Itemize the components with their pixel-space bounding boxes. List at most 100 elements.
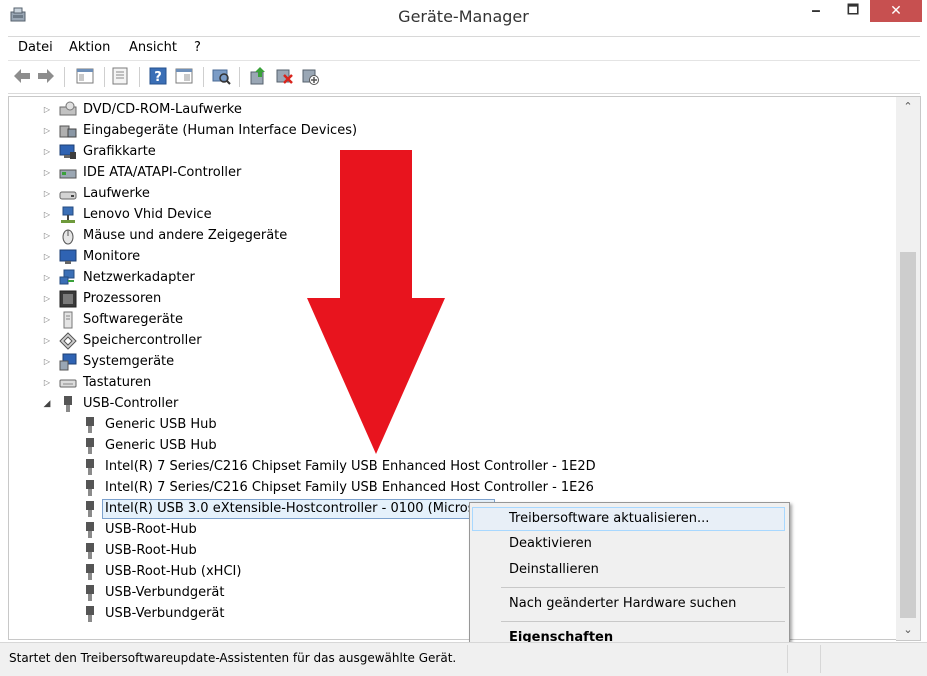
expand-arrow-icon[interactable]: ▷ xyxy=(42,352,52,372)
status-text: Startet den Treibersoftwareupdate-Assist… xyxy=(9,651,457,665)
network-adapter-icon xyxy=(59,269,75,285)
tree-device-label: USB-Root-Hub (xHCI) xyxy=(105,564,242,579)
expand-arrow-icon[interactable]: ▷ xyxy=(42,268,52,288)
usb-device-icon xyxy=(86,417,94,433)
properties-icon[interactable] xyxy=(110,66,130,86)
monitor-icon xyxy=(59,249,77,264)
show-hide-console-tree-icon[interactable] xyxy=(75,66,95,86)
menu-bar: Datei Aktion Ansicht ? xyxy=(8,36,920,59)
red-down-arrow-icon xyxy=(307,150,445,454)
scrollbar-thumb[interactable] xyxy=(900,252,916,618)
status-panel xyxy=(820,645,821,673)
maximize-button[interactable]: 🗖 xyxy=(836,0,870,22)
tree-device-label: Generic USB Hub xyxy=(105,438,217,453)
expand-arrow-icon[interactable]: ▷ xyxy=(42,331,52,351)
back-arrow-icon[interactable] xyxy=(12,66,32,86)
tree-category[interactable]: ▷ DVD/CD-ROM-Laufwerke xyxy=(9,100,869,120)
close-button[interactable]: ✕ xyxy=(870,0,922,22)
expand-arrow-icon[interactable]: ▷ xyxy=(42,184,52,204)
tree-category-label: Monitore xyxy=(83,249,141,264)
disk-drive-icon xyxy=(59,191,77,200)
status-bar: Startet den Treibersoftwareupdate-Assist… xyxy=(0,642,927,676)
minimize-button[interactable]: 🗕 xyxy=(799,0,833,22)
scroll-up-arrow-icon[interactable]: ⌃ xyxy=(896,97,920,117)
usb-device-icon xyxy=(86,459,94,475)
menu-action[interactable]: Aktion xyxy=(69,37,110,59)
help-icon[interactable]: ? xyxy=(148,66,168,86)
usb-device-icon xyxy=(86,480,94,496)
expand-arrow-icon[interactable]: ▷ xyxy=(42,205,52,225)
menu-file[interactable]: Datei xyxy=(18,37,53,59)
ide-controller-icon xyxy=(59,169,77,179)
collapse-arrow-icon[interactable]: ◢ xyxy=(42,394,52,414)
optical-drive-icon xyxy=(59,101,77,116)
menu-item-label: Treibersoftware aktualisieren... xyxy=(509,511,710,526)
expand-arrow-icon[interactable]: ▷ xyxy=(42,121,52,141)
tree-category[interactable]: ▷ Eingabegeräte (Human Interface Devices… xyxy=(9,121,869,141)
menu-item-update-driver[interactable]: Treibersoftware aktualisieren... xyxy=(472,507,785,531)
tree-category-label: Prozessoren xyxy=(83,291,162,306)
tree-category-label: Tastaturen xyxy=(83,375,152,390)
menu-item-uninstall[interactable]: Deinstallieren xyxy=(472,558,785,582)
keyboard-icon xyxy=(59,379,77,388)
expand-arrow-icon[interactable]: ▷ xyxy=(42,310,52,330)
status-panel xyxy=(787,645,788,673)
tree-category-label: Eingabegeräte (Human Interface Devices) xyxy=(83,123,358,138)
forward-arrow-icon[interactable] xyxy=(36,66,56,86)
scroll-down-arrow-icon[interactable]: ⌄ xyxy=(896,620,920,640)
tree-device[interactable]: Intel(R) 7 Series/C216 Chipset Family US… xyxy=(9,457,869,477)
expand-arrow-icon[interactable]: ▷ xyxy=(42,373,52,393)
menu-item-scan-hardware[interactable]: Nach geänderter Hardware suchen xyxy=(472,592,785,616)
tree-category-label: Systemgeräte xyxy=(83,354,175,369)
tree-category-label: DVD/CD-ROM-Laufwerke xyxy=(83,102,242,117)
expand-arrow-icon[interactable]: ▷ xyxy=(42,142,52,162)
svg-text:?: ? xyxy=(154,70,162,85)
tree-device-label: Intel(R) USB 3.0 eXtensible-Hostcontroll… xyxy=(102,499,495,519)
expand-arrow-icon[interactable]: ▷ xyxy=(42,289,52,309)
scan-hardware-icon[interactable] xyxy=(211,66,231,86)
toolbar-separator xyxy=(239,67,240,87)
tree-category-label: Grafikkarte xyxy=(83,144,156,159)
tree-device-label: USB-Verbundgerät xyxy=(105,585,225,600)
tree-category-label: Softwaregeräte xyxy=(83,312,183,327)
menu-separator xyxy=(501,587,785,588)
tree-device-label: Generic USB Hub xyxy=(105,417,217,432)
menu-item-label: Deaktivieren xyxy=(509,536,592,551)
menu-help[interactable]: ? xyxy=(194,37,201,59)
tree-category-label: Laufwerke xyxy=(83,186,150,201)
menu-item-label: Nach geänderter Hardware suchen xyxy=(509,596,737,611)
menu-item-label: Deinstallieren xyxy=(509,562,599,577)
vertical-scrollbar[interactable]: ⌃ ⌄ xyxy=(896,96,921,641)
processor-icon xyxy=(59,290,77,308)
mouse-icon xyxy=(62,229,74,245)
red-down-arrow-shape xyxy=(307,150,445,454)
toolbar-separator xyxy=(64,67,65,87)
expand-arrow-icon[interactable]: ▷ xyxy=(42,163,52,183)
display-adapter-icon xyxy=(59,144,76,159)
usb-device-icon xyxy=(86,543,94,559)
menu-view[interactable]: Ansicht xyxy=(129,37,177,59)
usb-device-icon xyxy=(86,585,94,601)
usb-device-icon xyxy=(86,438,94,454)
tree-device-label: Intel(R) 7 Series/C216 Chipset Family US… xyxy=(105,459,596,474)
menu-item-disable[interactable]: Deaktivieren xyxy=(472,532,785,556)
tree-device-label: USB-Verbundgerät xyxy=(105,606,225,621)
view-icon[interactable] xyxy=(174,66,194,86)
expand-arrow-icon[interactable]: ▷ xyxy=(42,100,52,120)
toolbar-separator xyxy=(104,67,105,87)
tree-device[interactable]: Intel(R) 7 Series/C216 Chipset Family US… xyxy=(9,478,869,498)
context-menu: Treibersoftware aktualisieren... Deaktiv… xyxy=(469,502,790,656)
usb-icon xyxy=(64,396,72,412)
disable-device-icon[interactable] xyxy=(300,66,320,86)
toolbar-separator xyxy=(139,67,140,87)
expand-arrow-icon[interactable]: ▷ xyxy=(42,247,52,267)
tree-device-label: USB-Root-Hub xyxy=(105,522,197,537)
tree-category-label: Mäuse und andere Zeigegeräte xyxy=(83,228,288,243)
tree-category-label: Lenovo Vhid Device xyxy=(83,207,212,222)
update-driver-icon[interactable] xyxy=(248,66,268,86)
tree-device-label: USB-Root-Hub xyxy=(105,543,197,558)
expand-arrow-icon[interactable]: ▷ xyxy=(42,226,52,246)
usb-device-icon xyxy=(86,501,94,517)
uninstall-icon[interactable] xyxy=(274,66,294,86)
toolbar-separator xyxy=(203,67,204,87)
